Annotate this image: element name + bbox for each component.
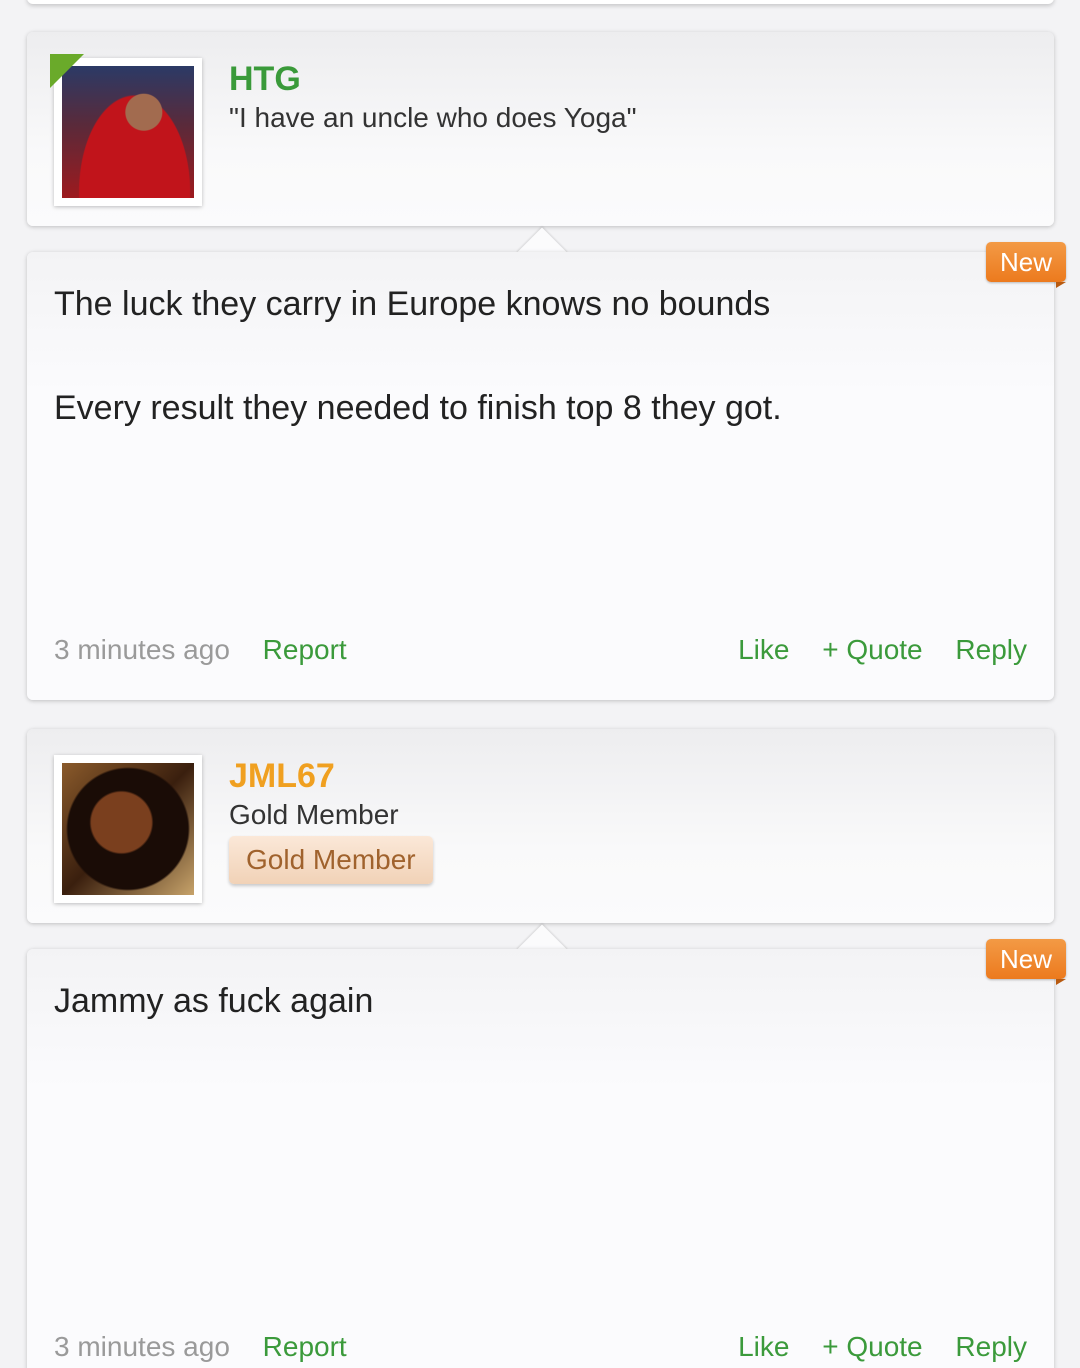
post: HTG "I have an uncle who does Yoga" New …	[27, 32, 1067, 700]
report-link[interactable]: Report	[263, 1331, 347, 1362]
online-indicator-icon	[50, 54, 84, 88]
author-card: JML67 Gold Member Gold Member	[27, 729, 1054, 923]
new-badge: New	[985, 242, 1067, 288]
post-text: Jammy as fuck again	[54, 979, 373, 1023]
user-title: Gold Member	[229, 799, 399, 830]
user-title: "I have an uncle who does Yoga"	[229, 102, 637, 133]
quote-button[interactable]: + Quote	[822, 1331, 922, 1362]
like-button[interactable]: Like	[738, 1331, 789, 1362]
username[interactable]: JML67	[229, 757, 335, 796]
like-button[interactable]: Like	[738, 634, 789, 665]
post-text: The luck they carry in Europe knows no b…	[54, 282, 782, 430]
post: JML67 Gold Member Gold Member New Jammy …	[27, 729, 1067, 1368]
post-paragraph: The luck they carry in Europe knows no b…	[54, 285, 771, 323]
reply-button[interactable]: Reply	[955, 1331, 1027, 1362]
post-paragraph: Jammy as fuck again	[54, 982, 374, 1020]
previous-post-card	[27, 0, 1054, 4]
avatar[interactable]	[54, 755, 202, 903]
rank-badge: Gold Member	[229, 836, 433, 884]
author-card: HTG "I have an uncle who does Yoga"	[27, 32, 1054, 226]
post-body: New Jammy as fuck again 3 minutes ago Re…	[27, 939, 1067, 1368]
avatar[interactable]	[50, 54, 202, 206]
forum-page: HTG "I have an uncle who does Yoga" New …	[0, 0, 1080, 1368]
post-footer: 3 minutes ago Report Like + Quote Reply	[54, 1331, 1027, 1363]
timestamp: 3 minutes ago	[54, 634, 230, 665]
report-link[interactable]: Report	[263, 634, 347, 665]
post-footer: 3 minutes ago Report Like + Quote Reply	[54, 634, 1027, 666]
username[interactable]: HTG	[229, 60, 301, 99]
reply-button[interactable]: Reply	[955, 634, 1027, 665]
new-badge: New	[985, 939, 1067, 985]
timestamp: 3 minutes ago	[54, 1331, 230, 1362]
avatar-image	[62, 763, 194, 895]
post-body: New The luck they carry in Europe knows …	[27, 242, 1067, 700]
quote-button[interactable]: + Quote	[822, 634, 922, 665]
post-paragraph: Every result they needed to finish top 8…	[54, 389, 782, 427]
